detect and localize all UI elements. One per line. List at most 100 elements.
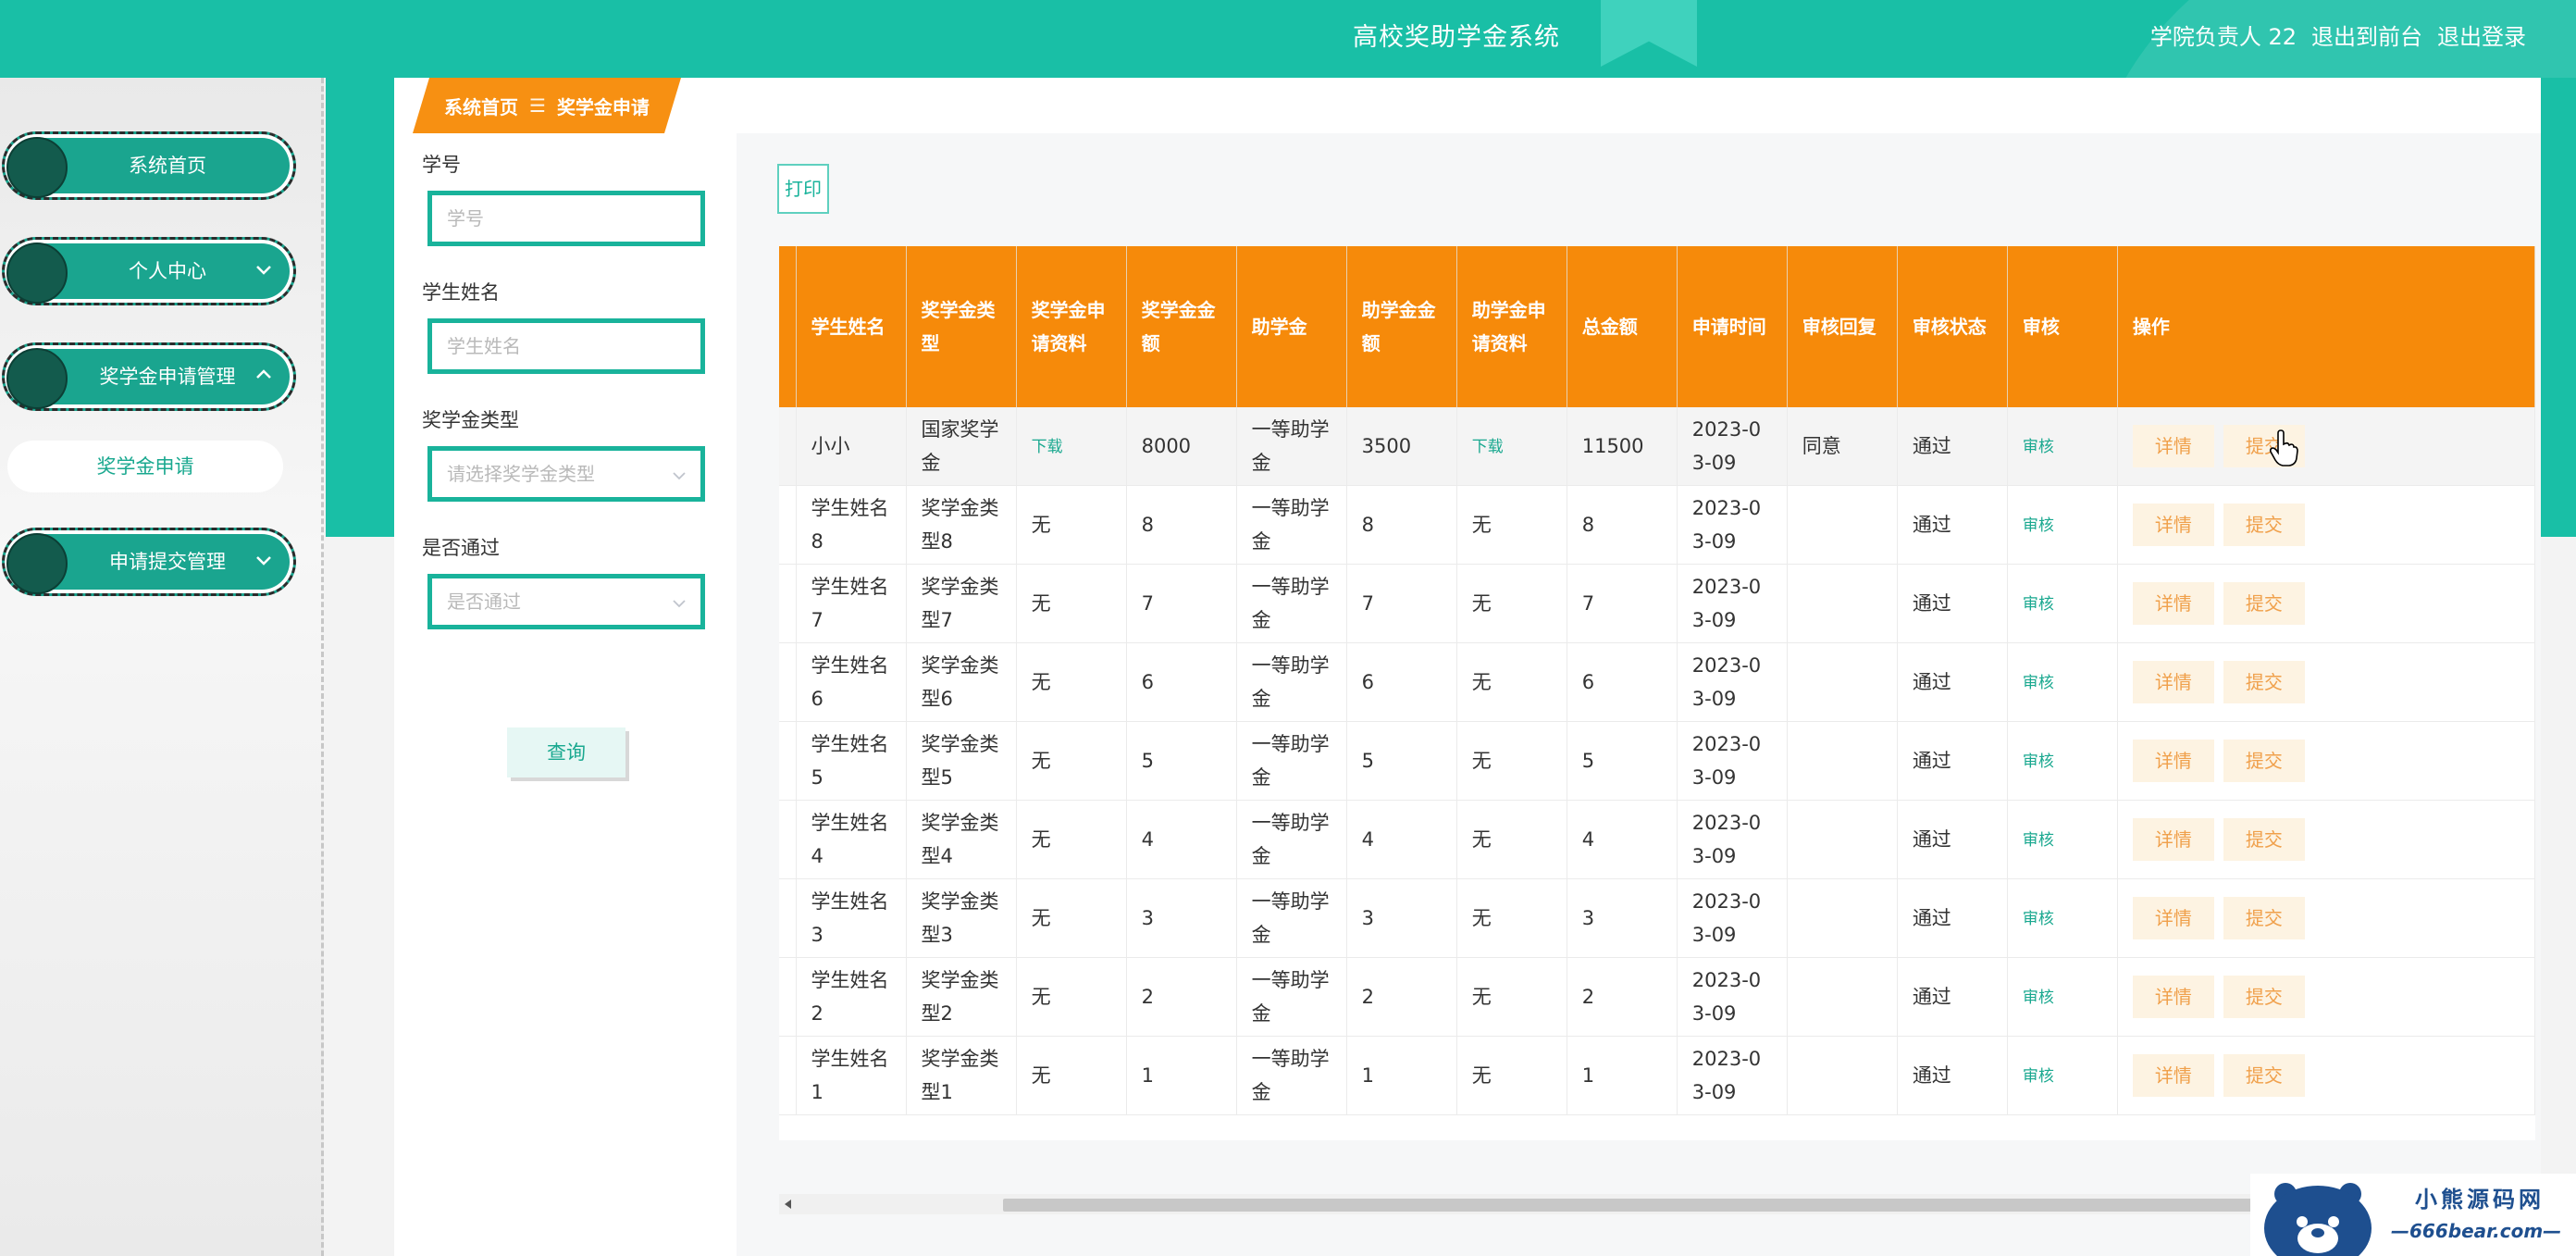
audit-link[interactable]: 审核	[2023, 752, 2054, 771]
audit-link[interactable]: 审核	[2023, 1067, 2054, 1086]
apply-time-cell: 2023-03-09	[1677, 407, 1788, 486]
apply-time-cell: 2023-03-09	[1677, 564, 1788, 643]
column-header: 助学金	[1236, 246, 1347, 407]
grant-cell: 一等助学金	[1236, 485, 1347, 565]
audit-link[interactable]: 审核	[2023, 910, 2054, 928]
student-id-label: 学号	[422, 154, 461, 176]
sidebar-item-scholarship-management[interactable]: 奖学金申请管理	[2, 342, 296, 411]
student-name-input[interactable]	[427, 318, 705, 374]
detail-button[interactable]: 详情	[2132, 740, 2214, 782]
scholarship-amount-cell: 1	[1126, 1036, 1237, 1115]
detail-button[interactable]: 详情	[2132, 504, 2214, 546]
audit-link-cell: 审核	[2007, 407, 2118, 486]
student-name-label: 学生姓名	[422, 281, 500, 304]
submit-button[interactable]: 提交	[2223, 976, 2305, 1018]
sidebar-item-home[interactable]: 系统首页	[2, 131, 296, 200]
total-amount-cell: 1	[1567, 1036, 1678, 1115]
detail-button[interactable]: 详情	[2132, 661, 2214, 703]
student-name-cell: 学生姓名5	[796, 721, 907, 801]
grant-cell: 一等助学金	[1236, 957, 1347, 1037]
audit-link-cell: 审核	[2007, 721, 2118, 801]
audit-reply-cell	[1787, 642, 1898, 722]
row-spacer-cell	[779, 878, 797, 958]
total-amount-cell: 3	[1567, 878, 1678, 958]
download-link[interactable]: 下载	[1032, 438, 1063, 456]
submit-button[interactable]: 提交	[2223, 582, 2305, 625]
audit-link[interactable]: 审核	[2023, 989, 2054, 1007]
submit-button[interactable]: 提交	[2223, 818, 2305, 861]
audit-reply-cell: 同意	[1787, 407, 1898, 486]
detail-button[interactable]: 详情	[2132, 818, 2214, 861]
breadcrumb-current: 奖学金申请	[556, 95, 650, 118]
scholarship-doc-cell: 无	[1016, 564, 1127, 643]
sidebar-item-submission-management[interactable]: 申请提交管理	[2, 528, 296, 596]
detail-button[interactable]: 详情	[2132, 425, 2214, 467]
submit-button[interactable]: 提交	[2223, 1054, 2305, 1097]
actions-cell: 详情 提交	[2117, 642, 2535, 722]
scholarship-type-cell: 奖学金类型1	[906, 1036, 1017, 1115]
back-to-frontend-link[interactable]: 退出到前台	[2311, 19, 2422, 51]
scholarship-amount-cell: 3	[1126, 878, 1237, 958]
pass-status-label: 是否通过	[422, 537, 500, 559]
print-button[interactable]: 打印	[777, 164, 829, 214]
download-link[interactable]: 下载	[1472, 438, 1504, 456]
detail-button[interactable]: 详情	[2132, 1054, 2214, 1097]
pass-status-select[interactable]: 是否通过	[427, 574, 705, 629]
main-panel: 系统首页 ☰ 奖学金申请 学号 学生姓名 奖学金类型 请选择奖学金类型 是否通过…	[394, 78, 2541, 1256]
total-amount-cell: 4	[1567, 800, 1678, 879]
hand-cursor-icon	[2269, 429, 2298, 466]
actions-cell: 详情 提交	[2117, 721, 2535, 801]
breadcrumb-home[interactable]: 系统首页	[444, 93, 518, 119]
apply-time-cell: 2023-03-09	[1677, 957, 1788, 1037]
scholarship-doc-cell: 无	[1016, 1036, 1127, 1115]
submit-button[interactable]: 提交	[2223, 740, 2305, 782]
audit-reply-cell	[1787, 564, 1898, 643]
menu-dot-icon	[6, 137, 68, 198]
submit-button[interactable]: 提交	[2223, 897, 2305, 939]
submit-button[interactable]: 提交	[2223, 504, 2305, 546]
audit-status-cell: 通过	[1897, 485, 2008, 565]
audit-status-cell: 通过	[1897, 564, 2008, 643]
audit-status-cell: 通过	[1897, 721, 2008, 801]
scholarship-doc-cell: 无	[1016, 878, 1127, 958]
audit-link-cell: 审核	[2007, 800, 2118, 879]
student-name-cell: 学生姓名7	[796, 564, 907, 643]
grant-amount-cell: 3500	[1346, 407, 1457, 486]
detail-button[interactable]: 详情	[2132, 582, 2214, 625]
scholarship-type-select[interactable]: 请选择奖学金类型	[427, 446, 705, 502]
query-button[interactable]: 查询	[507, 727, 625, 777]
audit-link-cell: 审核	[2007, 564, 2118, 643]
audit-reply-cell	[1787, 957, 1898, 1037]
apply-time-cell: 2023-03-09	[1677, 878, 1788, 958]
grant-doc-cell: 无	[1456, 721, 1567, 801]
student-name-cell: 学生姓名1	[796, 1036, 907, 1115]
detail-button[interactable]: 详情	[2132, 897, 2214, 939]
submit-button[interactable]: 提交	[2223, 661, 2305, 703]
column-header: 审核状态	[1897, 246, 2008, 407]
detail-button[interactable]: 详情	[2132, 976, 2214, 1018]
scroll-left-arrow-icon[interactable]	[785, 1200, 791, 1209]
column-header: 操作	[2117, 246, 2535, 407]
chevron-down-icon	[673, 600, 686, 608]
table-header-row: 学生姓名 奖学金类型 奖学金申请资料 奖学金金额 助学金 助学金金额 助学金申请…	[779, 246, 2535, 407]
audit-link[interactable]: 审核	[2023, 438, 2054, 456]
logout-link[interactable]: 退出登录	[2437, 19, 2526, 51]
chevron-up-icon	[256, 369, 271, 379]
row-spacer-cell	[779, 800, 797, 879]
audit-link[interactable]: 审核	[2023, 516, 2054, 535]
student-id-input[interactable]	[427, 191, 705, 246]
sidebar-item-personal-center[interactable]: 个人中心	[2, 237, 296, 305]
row-spacer-cell	[779, 642, 797, 722]
grant-cell: 一等助学金	[1236, 642, 1347, 722]
scholarship-doc-cell: 无	[1016, 721, 1127, 801]
sidebar-subitem-scholarship-application[interactable]: 奖学金申请	[7, 441, 283, 492]
audit-link[interactable]: 审核	[2023, 674, 2054, 692]
audit-status-cell: 通过	[1897, 1036, 2008, 1115]
sidebar-item-label: 系统首页	[129, 155, 206, 177]
audit-reply-cell	[1787, 800, 1898, 879]
scholarship-table: 学生姓名 奖学金类型 奖学金申请资料 奖学金金额 助学金 助学金金额 助学金申请…	[779, 246, 2535, 1115]
grant-amount-cell: 5	[1346, 721, 1457, 801]
audit-link[interactable]: 审核	[2023, 595, 2054, 614]
audit-link[interactable]: 审核	[2023, 831, 2054, 850]
grant-doc-cell: 无	[1456, 564, 1567, 643]
